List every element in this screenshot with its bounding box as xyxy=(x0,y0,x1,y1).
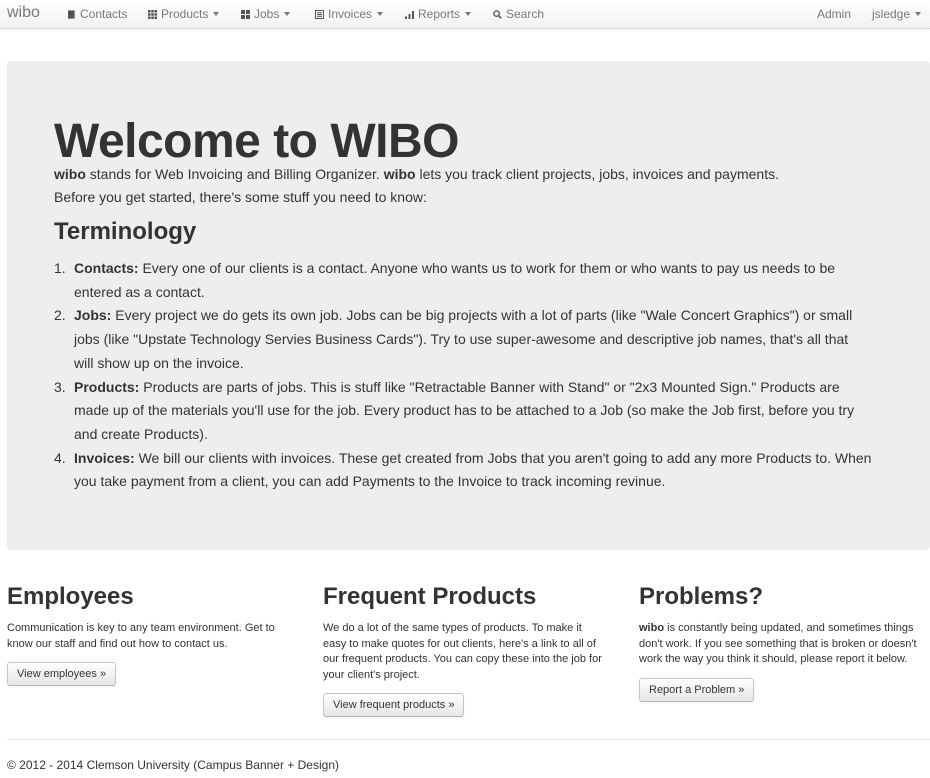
nav-search[interactable]: Search xyxy=(493,7,544,21)
term-text: Every project we do gets its own job. Jo… xyxy=(111,307,853,324)
intro-text-2: lets you track client projects, jobs, in… xyxy=(415,166,779,182)
list-number: 2. xyxy=(54,307,66,324)
list-alt-icon xyxy=(315,10,324,19)
term-label: Contacts: xyxy=(74,260,139,276)
term-text: made up of the materials you'll use for … xyxy=(74,402,855,419)
view-frequent-products-button[interactable]: View frequent products » xyxy=(323,693,465,717)
view-employees-button[interactable]: View employees » xyxy=(7,662,117,686)
description-line: your client's project. xyxy=(323,668,420,681)
signal-icon xyxy=(405,11,414,19)
nav-products-label: Products xyxy=(161,7,209,21)
nav-products[interactable]: Products xyxy=(148,7,220,21)
intro-line-2: Before you get started, there's some stu… xyxy=(54,189,427,205)
term-text: jobs (like "Upstate Technology Servies B… xyxy=(74,331,849,348)
nav-invoices-label: Invoices xyxy=(328,7,373,21)
nav-admin[interactable]: Admin xyxy=(817,7,851,21)
chevron-down-icon xyxy=(915,12,922,16)
chevron-down-icon xyxy=(377,12,384,16)
list-item: 4. Invoices: We bill our clients with in… xyxy=(54,447,894,494)
term-label: Products: xyxy=(74,378,140,395)
top-navbar: wibo Contacts Products Jobs Invoices Rep… xyxy=(0,0,930,29)
description-line: is constantly being updated, and sometim… xyxy=(664,622,914,634)
description-brand: wibo xyxy=(639,622,665,634)
term-text: Every one of our clients is a contact. A… xyxy=(138,260,836,276)
nav-contacts[interactable]: Contacts xyxy=(67,7,127,21)
term-label: Jobs: xyxy=(74,307,112,324)
frequent-products-column: Frequent Products We do a lot of the sam… xyxy=(323,582,615,717)
chevron-down-icon xyxy=(284,12,291,16)
employees-heading: Employees xyxy=(7,583,134,610)
nav-user-label: jsledge xyxy=(872,7,911,21)
nav-contacts-label: Contacts xyxy=(80,7,128,21)
footer-copyright: © 2012 - 2014 Clemson University (Campus… xyxy=(7,758,339,772)
list-item: 2. Jobs: Every project we do gets its ow… xyxy=(54,304,894,375)
report-problem-button[interactable]: Report a Problem » xyxy=(639,677,755,702)
description-line: Communication is key to any team environ… xyxy=(7,622,275,634)
term-text: entered as a contact. xyxy=(74,283,205,300)
term-text: will show up on the invoice. xyxy=(74,354,244,371)
terminology-heading: Terminology xyxy=(54,218,197,245)
problems-description: wibo is constantly being updated, and so… xyxy=(639,621,930,668)
nav-invoices[interactable]: Invoices xyxy=(315,7,384,21)
page-title: Welcome to WIBO xyxy=(54,115,459,168)
nav-reports[interactable]: Reports xyxy=(405,7,472,21)
intro-brand-1: wibo xyxy=(54,166,86,182)
intro-brand-2: wibo xyxy=(383,166,416,182)
chevron-down-icon xyxy=(213,12,220,16)
nav-jobs[interactable]: Jobs xyxy=(241,7,291,21)
frequent-products-heading: Frequent Products xyxy=(323,583,537,610)
list-number: 3. xyxy=(54,378,66,395)
term-text: Products are parts of jobs. This is stuf… xyxy=(139,378,840,395)
th-large-icon xyxy=(241,10,250,19)
hero-unit: Welcome to WIBO wibo stands for Web Invo… xyxy=(7,61,930,550)
nav-reports-label: Reports xyxy=(418,7,461,21)
employees-column: Employees Communication is key to any te… xyxy=(7,582,299,686)
term-label: Invoices: xyxy=(74,449,135,466)
problems-column: Problems? wibo is constantly being updat… xyxy=(639,582,930,702)
list-item: 1. Contacts: Every one of our clients is… xyxy=(54,257,894,304)
intro-line-1: wibo stands for Web Invoicing and Billin… xyxy=(54,163,779,187)
terminology-list: 1. Contacts: Every one of our clients is… xyxy=(54,257,894,494)
chevron-down-icon xyxy=(465,12,472,16)
term-text: you take payment from a client, you can … xyxy=(74,473,666,490)
description-line: work the way you think it should, please… xyxy=(639,653,908,665)
frequent-products-description: We do a lot of the same types of product… xyxy=(323,621,615,683)
th-icon xyxy=(148,10,157,19)
employees-description: Communication is key to any team environ… xyxy=(7,621,299,652)
description-line: easy to make quotes for out clients, her… xyxy=(323,637,596,650)
term-text: We bill our clients with invoices. These… xyxy=(134,449,872,466)
brand-link[interactable]: wibo xyxy=(7,4,40,22)
list-number: 1. xyxy=(54,260,66,276)
description-line: don't work. If you see something that is… xyxy=(639,637,917,650)
list-number: 4. xyxy=(54,449,66,466)
book-icon xyxy=(68,10,75,19)
problems-heading: Problems? xyxy=(639,583,764,610)
nav-user-menu[interactable]: jsledge xyxy=(872,7,922,21)
term-text: and create Products). xyxy=(74,425,208,442)
intro-text-1: stands for Web Invoicing and Billing Org… xyxy=(85,166,384,182)
search-icon xyxy=(493,10,502,19)
list-item: 3. Products: Products are parts of jobs.… xyxy=(54,376,894,447)
nav-jobs-label: Jobs xyxy=(254,7,280,21)
footer-divider xyxy=(7,739,930,740)
nav-search-label: Search xyxy=(506,7,545,21)
description-line: We do a lot of the same types of product… xyxy=(323,622,582,634)
description-line: our frequent products. You can copy thes… xyxy=(323,653,602,665)
description-line: know our staff and find out how to conta… xyxy=(7,637,228,650)
